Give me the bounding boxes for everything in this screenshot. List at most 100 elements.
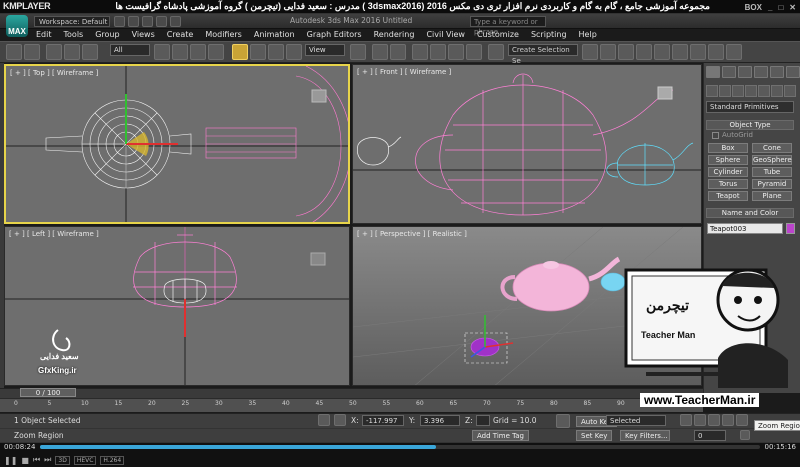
menu-animation[interactable]: Animation [248,29,301,41]
key-icon[interactable] [556,414,570,428]
cylinder-button[interactable]: Cylinder [708,167,748,177]
play-icon[interactable] [708,414,720,426]
y-coordinate-field[interactable]: 3.396 [420,415,460,426]
play-pause-icon[interactable]: ❚❚ [4,456,17,465]
shapes-icon[interactable] [719,85,731,97]
set-key-button[interactable]: Set Key [576,430,613,441]
select-object-icon[interactable] [154,44,170,60]
save-file-icon[interactable] [142,16,153,27]
angle-snap-icon[interactable] [430,44,446,60]
primitive-category-dropdown[interactable]: Standard Primitives [706,101,794,113]
spinner-snap-icon[interactable] [466,44,482,60]
lock-selection-icon[interactable] [318,414,330,426]
mirror-icon[interactable] [582,44,598,60]
next-icon[interactable]: ⏭ [44,455,51,465]
name-and-color-rollout[interactable]: Name and Color [706,208,794,218]
render-frame-icon[interactable] [708,44,724,60]
go-to-end-icon[interactable] [736,414,748,426]
sphere-button[interactable]: Sphere [708,155,748,165]
geometry-icon[interactable] [706,85,718,97]
object-name-input[interactable]: Teapot003 [707,223,783,234]
percent-snap-icon[interactable] [448,44,464,60]
motion-tab-icon[interactable] [754,66,768,78]
plane-button[interactable]: Plane [752,191,792,201]
create-tab-icon[interactable] [706,66,720,78]
previous-frame-icon[interactable] [694,414,706,426]
select-and-move-icon[interactable] [232,44,248,60]
viewport-top[interactable]: [ + ] [ Top ] [ Wireframe ] [4,64,350,224]
select-and-rotate-icon[interactable] [250,44,266,60]
bind-spacewarp-icon[interactable] [82,44,98,60]
select-and-scale-icon[interactable] [268,44,284,60]
stop-icon[interactable]: ■ [21,456,29,465]
layer-explorer-icon[interactable] [618,44,634,60]
modify-tab-icon[interactable] [722,66,736,78]
redo-icon[interactable] [170,16,181,27]
menu-help[interactable]: Help [573,29,603,41]
unlink-icon[interactable] [64,44,80,60]
snap-toggle-icon[interactable] [412,44,428,60]
time-slider-track[interactable] [0,388,703,398]
menu-create[interactable]: Create [161,29,200,41]
menu-rendering[interactable]: Rendering [368,29,421,41]
menu-group[interactable]: Group [89,29,125,41]
zoom-region-icon[interactable] [740,430,750,440]
menu-views[interactable]: Views [126,29,161,41]
lights-icon[interactable] [732,85,744,97]
viewport-front[interactable]: [ + ] [ Front ] [ Wireframe ] [352,64,702,224]
box-button[interactable]: Box [708,143,748,153]
torus-button[interactable]: Torus [708,179,748,189]
maximize-icon[interactable]: □ [778,3,783,12]
material-editor-icon[interactable] [672,44,688,60]
display-tab-icon[interactable] [770,66,784,78]
undo-button[interactable] [6,44,22,60]
autogrid-checkbox[interactable]: AutoGrid [712,131,753,139]
go-to-start-icon[interactable] [680,414,692,426]
undo-icon[interactable] [156,16,167,27]
graphite-ribbon-icon[interactable] [636,44,652,60]
window-crossing-icon[interactable] [208,44,224,60]
next-frame-icon[interactable] [722,414,734,426]
absolute-mode-icon[interactable] [334,414,346,426]
current-frame-field[interactable]: 0 [694,430,726,441]
menu-customize[interactable]: Customize [471,29,525,41]
space-warps-icon[interactable] [771,85,783,97]
curve-editor-icon[interactable] [654,44,670,60]
align-icon[interactable] [600,44,616,60]
open-file-icon[interactable] [128,16,139,27]
tube-button[interactable]: Tube [752,167,792,177]
object-color-swatch[interactable] [786,223,795,234]
object-type-rollout[interactable]: Object Type [706,120,794,130]
menu-civil-view[interactable]: Civil View [420,29,471,41]
cone-button[interactable]: Cone [752,143,792,153]
menu-graph-editors[interactable]: Graph Editors [301,29,368,41]
utilities-tab-icon[interactable] [786,66,800,78]
cameras-icon[interactable] [745,85,757,97]
menu-scripting[interactable]: Scripting [525,29,573,41]
reference-coordinate-dropdown[interactable]: View [305,44,345,56]
previous-icon[interactable]: ⏮ [33,455,40,465]
select-by-name-icon[interactable] [172,44,188,60]
keyboard-shortcut-icon[interactable] [390,44,406,60]
max-application-button[interactable]: MAX [6,15,28,37]
place-icon[interactable] [286,44,302,60]
add-time-tag-button[interactable]: Add Time Tag [472,430,529,441]
x-coordinate-field[interactable]: -117.997 [362,415,404,426]
pivot-center-icon[interactable] [350,44,366,60]
z-coordinate-field[interactable] [476,415,490,426]
menu-tools[interactable]: Tools [58,29,90,41]
menu-modifiers[interactable]: Modifiers [199,29,248,41]
minimize-icon[interactable]: _ [768,3,772,12]
named-selection-sets-dropdown[interactable]: Create Selection Se [508,44,578,65]
hierarchy-tab-icon[interactable] [738,66,752,78]
menu-edit[interactable]: Edit [30,29,58,41]
search-input[interactable]: Type a keyword or phrase [470,16,546,36]
select-manipulate-icon[interactable] [372,44,388,60]
rectangular-selection-icon[interactable] [190,44,206,60]
edit-named-selection-icon[interactable] [488,44,504,60]
render-setup-icon[interactable] [690,44,706,60]
redo-button[interactable] [24,44,40,60]
close-icon[interactable]: ✕ [789,3,796,12]
geosphere-button[interactable]: GeoSphere [752,155,792,165]
pyramid-button[interactable]: Pyramid [752,179,792,189]
